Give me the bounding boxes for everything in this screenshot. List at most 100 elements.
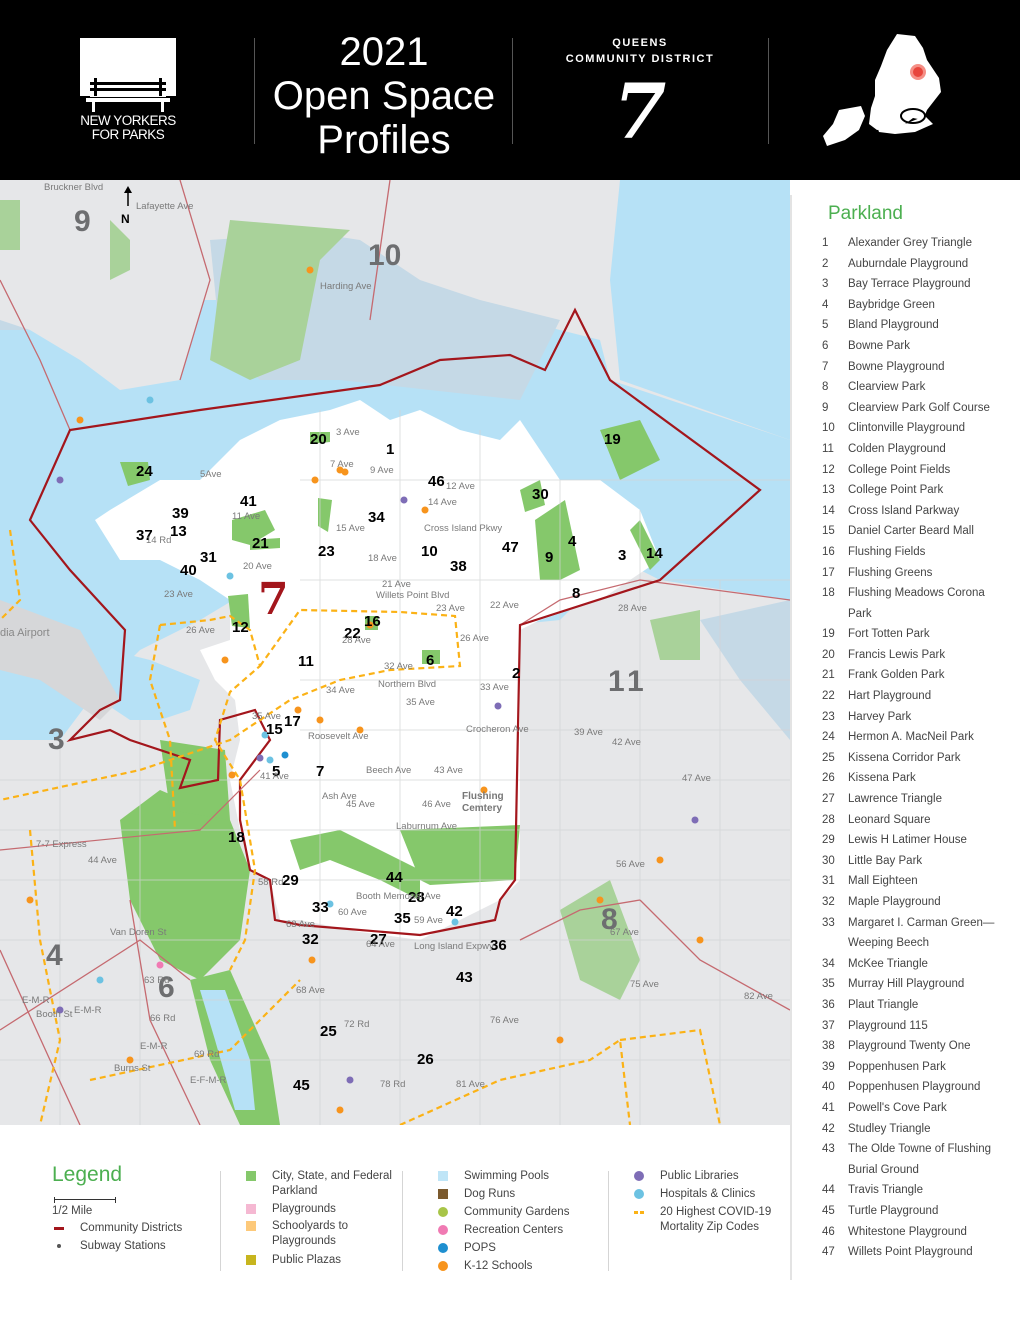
hospitals-dot-icon bbox=[634, 1189, 644, 1199]
park-marker-47[interactable]: 47 bbox=[502, 540, 519, 555]
legend: Legend 1/2 Mile Community Districts Subw… bbox=[40, 1155, 790, 1280]
park-marker-16[interactable]: 16 bbox=[364, 614, 381, 629]
street-label: Van Doren St bbox=[110, 927, 167, 938]
park-marker-29[interactable]: 29 bbox=[282, 873, 299, 888]
street-label: Harding Ave bbox=[320, 281, 372, 292]
park-marker-32[interactable]: 32 bbox=[302, 932, 319, 947]
parkland-list-item: 22 Hart Playground bbox=[822, 686, 998, 707]
park-marker-15[interactable]: 15 bbox=[266, 722, 283, 737]
park-marker-38[interactable]: 38 bbox=[450, 559, 467, 574]
park-marker-8[interactable]: 8 bbox=[572, 586, 580, 601]
parkland-item-name: Flushing Greens bbox=[848, 566, 933, 579]
parkland-list-item: 44 Travis Triangle bbox=[822, 1180, 998, 1201]
parkland-item-name: Hart Playground bbox=[848, 690, 932, 703]
pops-dot-icon bbox=[438, 1243, 448, 1253]
parkland-item-name: Auburndale Playground bbox=[848, 257, 969, 270]
legend-playgrounds: Playgrounds bbox=[246, 1202, 336, 1217]
park-marker-13[interactable]: 13 bbox=[170, 524, 187, 539]
park-marker-14[interactable]: 14 bbox=[646, 546, 663, 561]
parkland-item-number: 29 bbox=[822, 834, 835, 847]
park-marker-21[interactable]: 21 bbox=[252, 536, 269, 551]
parkland-list-item: 42 Studley Triangle bbox=[822, 1119, 998, 1140]
park-marker-39[interactable]: 39 bbox=[172, 506, 189, 521]
park-marker-2[interactable]: 2 bbox=[512, 666, 520, 681]
park-marker-18[interactable]: 18 bbox=[228, 830, 245, 845]
district-label-9: 9 bbox=[74, 205, 91, 238]
parkland-list-item: 28 Leonard Square bbox=[822, 810, 998, 831]
park-marker-1[interactable]: 1 bbox=[386, 442, 394, 457]
parkland-item-number: 38 bbox=[822, 1040, 835, 1053]
street-label: E-M-R bbox=[22, 995, 50, 1006]
libraries-dot-icon bbox=[634, 1171, 644, 1181]
park-marker-20[interactable]: 20 bbox=[310, 432, 327, 447]
cemetery-label: Cemtery bbox=[462, 803, 503, 814]
park-marker-3[interactable]: 3 bbox=[618, 548, 626, 563]
park-marker-4[interactable]: 4 bbox=[568, 534, 576, 549]
street-label: 7 Ave bbox=[330, 459, 354, 470]
legend-schools: K-12 Schools bbox=[438, 1259, 532, 1274]
park-marker-45[interactable]: 45 bbox=[293, 1078, 310, 1093]
parkland-item-number: 10 bbox=[822, 422, 835, 435]
park-marker-30[interactable]: 30 bbox=[532, 487, 549, 502]
park-marker-6[interactable]: 6 bbox=[426, 653, 434, 668]
park-marker-10[interactable]: 10 bbox=[421, 544, 438, 559]
street-label: E-M-R bbox=[74, 1005, 102, 1016]
parkland-item-name: Powell's Cove Park bbox=[848, 1101, 947, 1114]
street-label: Willets Point Blvd bbox=[376, 590, 450, 601]
parkland-item-number: 11 bbox=[822, 442, 834, 455]
street-label: Cross Island Pkwy bbox=[424, 523, 503, 534]
scale-label: 1/2 Mile bbox=[52, 1205, 93, 1217]
parkland-item-number: 22 bbox=[822, 690, 835, 703]
park-marker-31[interactable]: 31 bbox=[200, 550, 217, 565]
street-label: 59 Ave bbox=[414, 915, 443, 926]
parkland-item-name: College Point Park bbox=[848, 484, 944, 497]
pools-swatch bbox=[438, 1171, 448, 1181]
parkland-item-number: 24 bbox=[822, 731, 835, 744]
parkland-item-name: Frank Golden Park bbox=[848, 669, 945, 682]
district-map[interactable]: N 9 10 7 3 4 6 8 11 1 2 3 4 5 6 7 8 9 10… bbox=[0, 180, 790, 1125]
park-marker-19[interactable]: 19 bbox=[604, 432, 621, 447]
parkland-item-name: Willets Point Playground bbox=[848, 1246, 973, 1259]
street-label: 3 Ave bbox=[336, 427, 360, 438]
park-marker-46[interactable]: 46 bbox=[428, 474, 445, 489]
park-marker-42[interactable]: 42 bbox=[446, 904, 463, 919]
park-marker-12[interactable]: 12 bbox=[232, 620, 249, 635]
parkland-item-name: Whitestone Playground bbox=[848, 1225, 967, 1238]
park-marker-9[interactable]: 9 bbox=[545, 550, 553, 565]
park-marker-34[interactable]: 34 bbox=[368, 510, 385, 525]
park-marker-41[interactable]: 41 bbox=[240, 494, 257, 509]
park-marker-44[interactable]: 44 bbox=[386, 870, 403, 885]
park-marker-33[interactable]: 33 bbox=[312, 900, 329, 915]
parkland-item-number: 15 bbox=[822, 525, 835, 538]
park-marker-40[interactable]: 40 bbox=[180, 563, 197, 578]
park-marker-7[interactable]: 7 bbox=[316, 764, 324, 779]
parkland-item-name: Leonard Square bbox=[848, 813, 931, 826]
park-marker-25[interactable]: 25 bbox=[320, 1024, 337, 1039]
parkland-list-item: 30 Little Bay Park bbox=[822, 851, 998, 872]
parkland-swatch bbox=[246, 1171, 256, 1181]
park-marker-17[interactable]: 17 bbox=[284, 714, 301, 729]
street-label: 35 Ave bbox=[406, 697, 435, 708]
street-label: 81 Ave bbox=[456, 1079, 485, 1090]
parkland-item-name: Harvey Park bbox=[848, 710, 912, 723]
parkland-item-number: 7 bbox=[822, 360, 829, 373]
street-label: Burns St bbox=[114, 1063, 151, 1074]
parkland-list: 1 Alexander Grey Triangle 2 Auburndale Play… bbox=[822, 233, 998, 1263]
park-marker-35[interactable]: 35 bbox=[394, 911, 411, 926]
parkland-item-name: Colden Playground bbox=[848, 442, 946, 455]
parkland-list-item: 32 Maple Playground bbox=[822, 892, 998, 913]
parkland-item-number: 18 bbox=[822, 587, 835, 600]
park-marker-11[interactable]: 11 bbox=[298, 654, 314, 669]
parkland-item-number: 35 bbox=[822, 978, 835, 991]
legend-pops: POPS bbox=[438, 1241, 496, 1256]
map-canvas bbox=[0, 180, 790, 1125]
park-marker-26[interactable]: 26 bbox=[417, 1052, 434, 1067]
parkland-item-name: Studley Triangle bbox=[848, 1122, 931, 1135]
parkland-title: Parkland bbox=[828, 203, 903, 224]
street-label: Laburnum Ave bbox=[396, 821, 458, 832]
park-marker-23[interactable]: 23 bbox=[318, 544, 335, 559]
parkland-list-item: 18 Flushing Meadows Corona Park bbox=[822, 583, 998, 624]
district-label-3: 3 bbox=[48, 723, 65, 756]
park-marker-43[interactable]: 43 bbox=[456, 970, 473, 985]
park-marker-24[interactable]: 24 bbox=[136, 464, 153, 479]
